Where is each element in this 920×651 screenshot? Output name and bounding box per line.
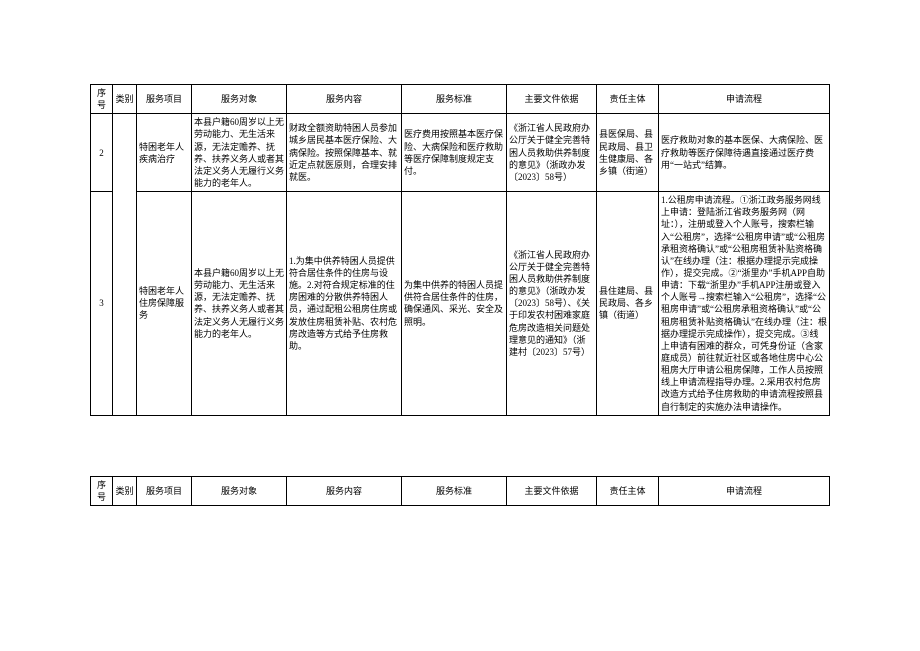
cell-obj: 本县户籍60周岁以上无劳动能力、无生活来源，无法定赡养、抚养、扶养义务人或者其法… [192,114,287,192]
table-row: 2 特困老年人疾病治疗 本县户籍60周岁以上无劳动能力、无生活来源，无法定赡养、… [91,114,830,192]
cell-num: 2 [91,114,113,192]
col-proj: 服务项目 [137,476,192,505]
col-cont: 服务内容 [287,85,402,114]
col-num: 序号 [91,85,113,114]
col-cat: 类别 [113,476,137,505]
cell-std: 为集中供养的特困人员提供符合居住条件的住房，确保通风、采光、安全及照明。 [402,192,507,416]
cell-doc: 《浙江省人民政府办公厅关于健全完善特困人员救助供养制度的意见》（浙政办发〔202… [507,114,597,192]
cell-obj: 本县户籍60周岁以上无劳动能力、无生活来源，无法定赡养、抚养、扶养义务人或者其法… [192,192,287,416]
col-obj: 服务对象 [192,476,287,505]
cell-resp: 县住建局、县民政局、各乡镇（街道） [597,192,659,416]
col-flow: 申请流程 [659,476,830,505]
col-doc: 主要文件依据 [507,476,597,505]
col-obj: 服务对象 [192,85,287,114]
cell-proj: 特困老年人疾病治疗 [137,114,192,192]
col-proj: 服务项目 [137,85,192,114]
cell-num: 3 [91,192,113,416]
cell-doc: 《浙江省人民政府办公厅关于健全完善特困人员救助供养制度的意见》（浙政办发〔202… [507,192,597,416]
col-doc: 主要文件依据 [507,85,597,114]
cell-proj: 特困老年人住房保障服务 [137,192,192,416]
cell-flow: 医疗救助对象的基本医保、大病保险、医疗救助等医疗保障待遇直接通过医疗费用“一站式… [659,114,830,192]
col-flow: 申请流程 [659,85,830,114]
cell-cont: 财政全额资助特困人员参加城乡居民基本医疗保险、大病保险。按照保障基本、就近定点就… [287,114,402,192]
cell-flow: 1.公租房申请流程。①浙江政务服务网线上申请：登陆浙江省政务服务网（网址：），注… [659,192,830,416]
service-table-main: 序号 类别 服务项目 服务对象 服务内容 服务标准 主要文件依据 责任主体 申请… [90,84,830,416]
cell-cat [113,114,137,415]
col-std: 服务标准 [402,476,507,505]
page-gap [90,416,830,476]
table-header-row: 序号 类别 服务项目 服务对象 服务内容 服务标准 主要文件依据 责任主体 申请… [91,476,830,505]
table-row: 3 特困老年人住房保障服务 本县户籍60周岁以上无劳动能力、无生活来源，无法定赡… [91,192,830,416]
service-table-next-header: 序号 类别 服务项目 服务对象 服务内容 服务标准 主要文件依据 责任主体 申请… [90,476,830,506]
cell-std: 医疗费用按照基本医疗保险、大病保险和医疗救助等医疗保障制度规定支付。 [402,114,507,192]
col-resp: 责任主体 [597,476,659,505]
cell-cont: 1.为集中供养特困人员提供符合居住条件的住房与设施。2.对符合规定标准的住房困难… [287,192,402,416]
table-header-row: 序号 类别 服务项目 服务对象 服务内容 服务标准 主要文件依据 责任主体 申请… [91,85,830,114]
col-resp: 责任主体 [597,85,659,114]
col-cont: 服务内容 [287,476,402,505]
col-cat: 类别 [113,85,137,114]
col-std: 服务标准 [402,85,507,114]
cell-resp: 县医保局、县民政局、县卫生健康局、各乡镇（街道） [597,114,659,192]
col-num: 序号 [91,476,113,505]
